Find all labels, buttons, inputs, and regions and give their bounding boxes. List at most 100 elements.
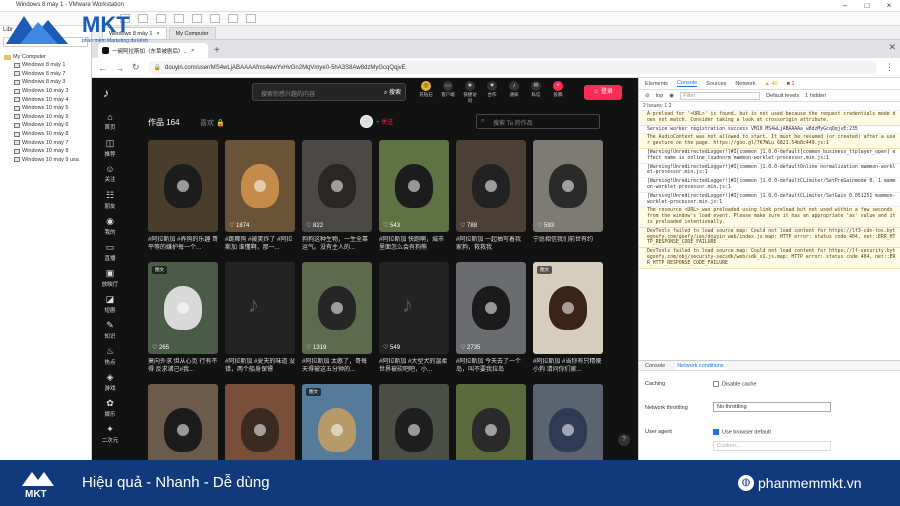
video-caption[interactable]: 宁愿相信我们前世有约 [533, 236, 603, 252]
video-caption[interactable]: 狗狗这种生物，一生全靠运气。没有主人的... [302, 236, 372, 252]
video-card[interactable] [148, 384, 218, 460]
top-icon-button[interactable]: ▭ 客户端 [440, 81, 456, 104]
video-thumbnail[interactable]: ♡ 822 [302, 140, 372, 232]
forward-icon[interactable]: → [115, 63, 124, 73]
sidebar-item-home[interactable]: ⌂ 首页 [92, 112, 128, 131]
top-icon-button[interactable]: ✉ 私信 [528, 81, 544, 104]
top-icon-button[interactable]: ♥ 合作 [484, 81, 500, 104]
context-select[interactable]: top [656, 93, 664, 99]
video-card[interactable]: ♡ 543 #阿拉斯加 快跑啊，城市里面怎么会有狗熊 [379, 140, 449, 252]
video-card[interactable] [456, 384, 526, 460]
video-caption[interactable]: #阿拉斯加 #当你有只精傻小狗 请问你们家... [533, 358, 603, 374]
search-works-input[interactable]: ⌕ 搜索 Ta 的作品 [476, 114, 600, 129]
sidebar-item-game[interactable]: ◈ 游戏 [92, 372, 128, 392]
top-icon-button[interactable]: ♪ 通知 [506, 81, 522, 104]
console-message[interactable]: [Warning!UnredirectedLogger!]#I[common ]… [639, 163, 900, 179]
disable-cache-checkbox[interactable]: Disable cache [713, 381, 757, 387]
toolbar-icon[interactable] [246, 14, 256, 23]
minimize-button[interactable]: – [834, 0, 856, 12]
video-caption[interactable]: 莫向外求 但从心觅 行有不得 反求诸己#我... [148, 358, 218, 374]
vm-tree-item[interactable]: Windows 8 máy 1 [4, 61, 91, 70]
video-card[interactable]: ♡ 1319 #阿拉斯加 太憨了，哥每天得被这五分钟的... [302, 262, 372, 374]
video-thumbnail[interactable] [456, 384, 526, 460]
sidebar-item-hot[interactable]: ♨ 热点 [92, 346, 128, 366]
sidebar-item-friends[interactable]: ☷ 朋友 [92, 190, 128, 210]
video-thumbnail[interactable]: ♡ 1319 [302, 262, 372, 354]
video-thumbnail[interactable] [148, 140, 218, 232]
close-icon[interactable]: × [156, 31, 159, 37]
close-icon[interactable]: × [191, 48, 194, 54]
console-message[interactable]: [Warning!UnredirectedLogger!]#I[common ]… [639, 192, 900, 208]
video-card[interactable] [225, 384, 295, 460]
video-thumbnail[interactable]: 图文 [302, 384, 372, 460]
sidebar-item-recommend[interactable]: ◫ 推荐 [92, 138, 128, 158]
video-card[interactable]: ♡ 1874 #跳舞狗 #被笑炸了 #阿拉斯加 谁懂啊，那一... [225, 140, 295, 252]
help-button[interactable]: ? [618, 434, 630, 446]
back-icon[interactable]: ← [98, 63, 107, 73]
website-link[interactable]: phanmemmkt.vn [758, 475, 861, 491]
video-thumbnail[interactable]: ♪ [225, 262, 295, 354]
video-thumbnail[interactable]: ♡ 2735 [456, 262, 526, 354]
video-caption[interactable]: #阿拉斯加 #夏天的味道 没错，两个船身保镖 [225, 358, 295, 374]
console-message[interactable]: The AudioContext was not allowed to star… [639, 134, 900, 149]
reload-icon[interactable]: ↻ [132, 62, 140, 73]
sidebar-item-follow[interactable]: ☺ 关注 [92, 164, 128, 183]
sidebar-item-knowledge[interactable]: ✎ 知识 [92, 320, 128, 340]
top-icon-button[interactable]: ★ 快捷访问 [462, 81, 478, 104]
close-button[interactable]: × [878, 0, 900, 12]
toolbar-icon[interactable] [210, 14, 220, 23]
use-default-checkbox[interactable]: Use browser default [713, 429, 771, 435]
video-thumbnail[interactable]: ♡ 543 [379, 140, 449, 232]
sidebar-item-entertain[interactable]: ✿ 娱乐 [92, 398, 128, 418]
toolbar-icon[interactable] [228, 14, 238, 23]
error-count[interactable]: ■ 1 [787, 81, 795, 87]
follow-button[interactable]: + 关注 [376, 117, 393, 126]
video-thumbnail[interactable]: ♡ 788 [456, 140, 526, 232]
user-agent-select[interactable]: Custom... [713, 441, 831, 451]
tab-likes[interactable]: 喜欢 🔒 [200, 118, 225, 128]
devtools-tab-elements[interactable]: Elements [645, 81, 668, 87]
douyin-logo-icon[interactable]: ♪ [103, 86, 117, 100]
top-icon-button[interactable]: + 投稿 [550, 81, 566, 104]
video-caption[interactable]: #阿拉斯加 今天去了一个岛，叫不要我拉岛 [456, 358, 526, 374]
search-input[interactable]: 搜索你感兴趣的内容 ⌕ 搜索 [252, 83, 406, 101]
vm-tree-item[interactable]: Windows 10 máy 6 [4, 121, 91, 130]
sidebar-item-drama[interactable]: ◪ 短剧 [92, 294, 128, 314]
toolbar-icon[interactable] [156, 14, 166, 23]
devtools-tab-console[interactable]: Console [676, 80, 698, 87]
drawer-tab-network-conditions[interactable]: Network conditions [675, 361, 726, 370]
new-tab-button[interactable]: + [214, 43, 220, 58]
tab-works[interactable]: 作品 164 [148, 117, 180, 128]
vm-tree-item[interactable]: Windows 10 máy 4 [4, 95, 91, 104]
toolbar-icon[interactable] [174, 14, 184, 23]
console-message[interactable]: The resource <URL> was preloaded using l… [639, 207, 900, 228]
vm-tree-item[interactable]: Windows 8 máy 3 [4, 78, 91, 87]
drawer-tab-console[interactable]: Console [645, 363, 665, 369]
video-card[interactable]: ♡ 2735 #阿拉斯加 今天去了一个岛，叫不要我拉岛 [456, 262, 526, 374]
toolbar-icon[interactable] [192, 14, 202, 23]
video-caption[interactable]: #阿拉斯加 快跑啊，城市里面怎么会有狗熊 [379, 236, 449, 252]
vm-tree-item[interactable]: Windows 10 máy 9 [4, 113, 91, 122]
avatar[interactable] [360, 115, 373, 128]
issues-bar[interactable]: 2 Issues: 1 2 [639, 102, 900, 111]
video-thumbnail[interactable] [533, 384, 603, 460]
video-thumbnail[interactable]: ♡ 1874 [225, 140, 295, 232]
video-card[interactable]: ♡ 593 宁愿相信我们前世有约 [533, 140, 603, 252]
vm-tab-my-computer[interactable]: My Computer [168, 27, 216, 39]
address-bar[interactable]: 🔒 douyin.com/user/MS4wLjABAAAAfms4ewYvHv… [147, 61, 877, 74]
video-card[interactable]: ♡ 822 狗狗这种生物，一生全靠运气。没有主人的... [302, 140, 372, 252]
menu-icon[interactable]: ⋮ [885, 62, 894, 73]
top-icon-button[interactable]: ◎ 充钻石 [418, 81, 434, 104]
login-button[interactable]: ☺ 登录 [584, 85, 622, 100]
console-filter-input[interactable]: Filter [680, 91, 761, 100]
maximize-button[interactable]: □ [856, 0, 878, 12]
vm-tree-item[interactable]: Windows 10 máy 8 [4, 147, 91, 156]
video-caption[interactable]: #阿拉斯加 太憨了，哥每天得被这五分钟的... [302, 358, 372, 374]
console-message[interactable]: DevTools failed to load source map: Coul… [639, 248, 900, 269]
video-caption[interactable]: #阿拉斯加 #大型犬的温柔 世界被砍吧吧，小... [379, 358, 449, 374]
video-card[interactable]: ♪ ♡ 549 #阿拉斯加 #大型犬的温柔 世界被砍吧吧，小... [379, 262, 449, 374]
eye-icon[interactable]: ◉ [669, 93, 674, 99]
vm-tree-item[interactable]: Windows 10 máy 3 [4, 87, 91, 96]
video-thumbnail[interactable] [379, 384, 449, 460]
video-card[interactable] [533, 384, 603, 460]
